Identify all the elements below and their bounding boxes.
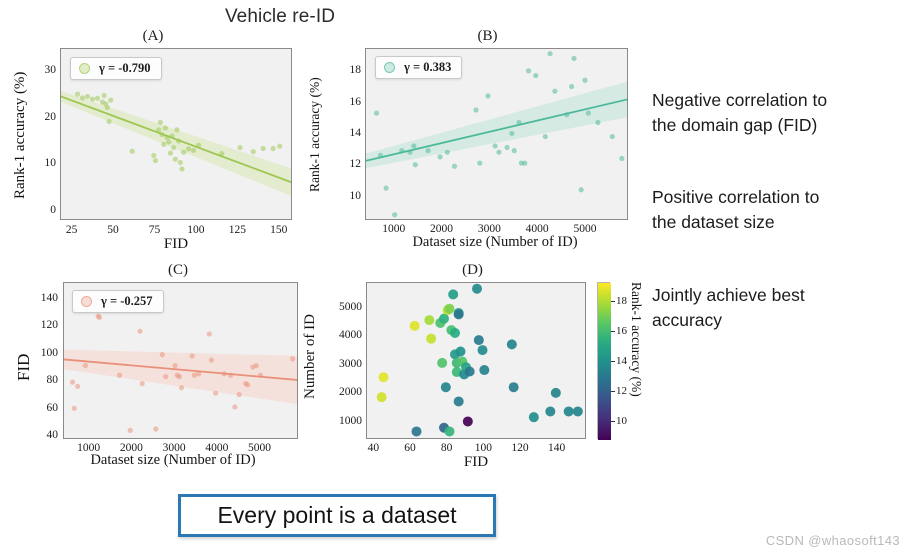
panel-b-legend: γ = 0.383 [375,56,463,79]
panel-c-plot-area[interactable]: γ = -0.257 [63,282,298,439]
colorbar-tick-1: 12 [611,385,627,398]
pa-xticks-1: 50 [107,224,119,236]
callout-text: Every point is a dataset [217,502,457,528]
colorbar-gradient [598,283,611,440]
pa-yticks-0: 0 [50,203,56,216]
panel-c-legend-label: γ = -0.257 [101,294,153,308]
panel-d: (D) Number of ID 1000 2000 3000 4000 5000 40… [300,262,650,472]
panel-c-xlabel: Dataset size (Number of ID) [90,452,256,468]
panel-b-title: (B) [477,28,498,44]
panel-b-xlabel: Dataset size (Number of ID) [412,234,578,250]
panel-c-legend: γ = -0.257 [72,290,164,313]
panel-d-ylabel: Number of ID [302,314,318,400]
pd-yticks-2: 3000 [339,357,362,370]
panel-d-title: (D) [462,262,483,278]
watermark: CSDN @whaosoft143 [765,533,900,548]
panel-c: (C) FID γ = -0.257 40 60 80 100 120 140 1000 2… [8,262,308,472]
note-3-line-2: accuracy [652,310,723,330]
note-3-line-1: Jointly achieve best [652,285,805,305]
colorbar-tick-3: 16 [611,324,627,337]
panel-b: (B) Rank-1 accuracy (%) γ = 0.383 10 12 14… [305,28,635,250]
pd-xticks-3: 100 [474,442,492,454]
pa-xticks-4: 125 [228,224,246,236]
panel-a-legend-marker [79,63,90,74]
note-jointly-best: Jointly achieve best accuracy [652,283,912,333]
pa-xticks-5: 150 [270,224,288,236]
pc-yticks-5: 140 [40,291,58,304]
pb-yticks-2: 14 [349,127,362,139]
pa-yticks-2: 20 [44,110,57,123]
pd-xticks-5: 140 [548,442,566,454]
note-1-line-1: Negative correlation to [652,90,828,110]
pc-yticks-3: 100 [40,346,58,359]
panel-c-title: (C) [168,262,188,278]
pd-xticks-2: 80 [440,442,453,454]
panel-b-plot-area[interactable]: γ = 0.383 [365,48,628,220]
panel-d-xlabel: FID [463,454,489,470]
panel-d-plot-area[interactable] [366,282,586,439]
note-positive-correlation: Positive correlation to the dataset size [652,185,912,235]
colorbar-label: Rank-1 accuracy (%) [629,282,644,397]
panel-b-legend-marker [384,62,395,73]
pc-yticks-4: 120 [40,319,58,332]
panel-a-ylabel: Rank-1 accuracy (%) [12,71,28,199]
pd-xticks-1: 60 [404,442,416,454]
pd-yticks-4: 5000 [339,300,362,313]
pb-yticks-4: 18 [349,64,362,77]
note-2-line-1: Positive correlation to [652,187,820,207]
pa-xticks-3: 100 [187,224,205,236]
note-2-line-2: the dataset size [652,212,775,232]
panel-b-legend-label: γ = 0.383 [404,60,452,74]
pd-yticks-3: 4000 [339,329,362,342]
panel-a-legend: γ = -0.790 [70,57,162,80]
pd-yticks-1: 2000 [339,386,362,399]
panel-a: (A) Rank-1 accuracy (%) γ = -0.790 0 10 20… [8,28,298,252]
panel-b-ylabel: Rank-1 accuracy (%) [307,77,322,193]
panel-a-plot-area[interactable]: γ = -0.790 [60,48,292,220]
colorbar-tick-4: 18 [611,294,627,307]
pd-yticks-0: 1000 [339,414,362,427]
pa-yticks-1: 10 [44,157,57,170]
colorbar-tick-0: 10 [611,415,627,428]
pd-xticks-4: 120 [511,442,529,454]
panel-c-ylabel: FID [14,353,33,381]
panel-a-xlabel: FID [163,236,189,252]
callout-box: Every point is a dataset [178,494,496,537]
pb-yticks-3: 16 [349,95,362,108]
note-negative-correlation: Negative correlation to the domain gap (… [652,88,912,138]
pd-xticks-0: 40 [367,442,380,454]
pa-yticks-3: 30 [44,64,57,77]
panel-d-canvas [376,283,583,437]
pc-yticks-0: 40 [46,429,59,442]
note-1-line-2: the domain gap (FID) [652,115,818,135]
pb-yticks-1: 12 [349,158,362,171]
pa-xticks-2: 75 [148,224,161,236]
pc-yticks-1: 60 [46,401,59,414]
pc-yticks-2: 80 [46,374,59,387]
pa-xticks-0: 25 [65,224,78,236]
colorbar-tick-2: 14 [611,355,627,367]
panel-c-legend-marker [81,296,92,307]
pb-yticks-0: 10 [349,189,362,202]
panel-a-legend-label: γ = -0.790 [99,61,151,75]
figure-title: Vehicle re-ID [224,6,336,27]
figure-root: Vehicle re-ID (A) Rank-1 accuracy (%) γ … [0,0,912,554]
panel-a-title: (A) [142,28,164,44]
colorbar [597,282,611,440]
